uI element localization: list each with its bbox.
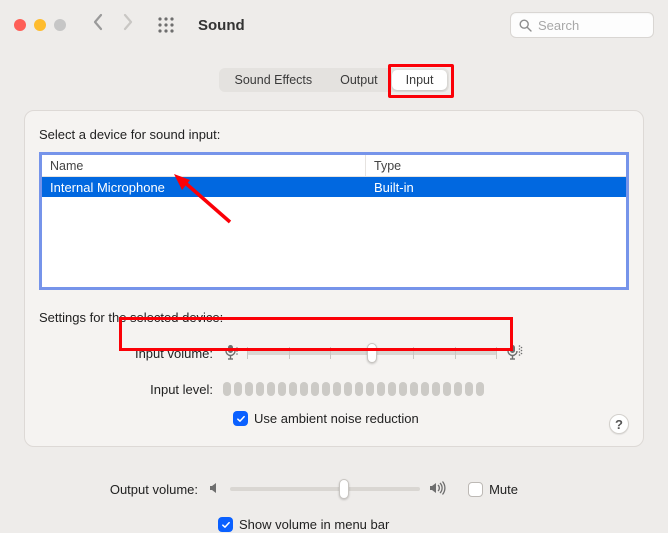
window-controls <box>14 19 66 31</box>
device-name: Internal Microphone <box>42 177 366 197</box>
speaker-high-icon <box>428 481 446 498</box>
input-volume-label: Input volume: <box>39 346 223 361</box>
noise-reduction-row: Use ambient noise reduction <box>233 411 629 426</box>
input-volume-row: Input volume: <box>39 339 629 367</box>
tabs: Sound Effects Output Input <box>0 68 668 92</box>
page-title: Sound <box>198 17 245 34</box>
show-all-icon[interactable] <box>158 17 174 33</box>
slider-thumb[interactable] <box>339 479 349 499</box>
menubar-label: Show volume in menu bar <box>239 517 389 532</box>
zoom-window-button[interactable] <box>54 19 66 31</box>
nav-arrows <box>92 13 134 37</box>
column-header-name[interactable]: Name <box>42 155 366 176</box>
tab-sound-effects[interactable]: Sound Effects <box>221 70 327 90</box>
input-level-row: Input level: <box>39 375 629 403</box>
noise-reduction-checkbox[interactable] <box>233 411 248 426</box>
input-level-meter <box>223 382 484 396</box>
mute-checkbox[interactable] <box>468 482 483 497</box>
menubar-checkbox[interactable] <box>218 517 233 532</box>
device-type: Built-in <box>366 177 626 197</box>
device-table-header: Name Type <box>42 155 626 177</box>
forward-button[interactable] <box>122 13 134 37</box>
settings-pane: Select a device for sound input: Name Ty… <box>24 110 644 447</box>
search-input[interactable] <box>538 18 668 33</box>
menubar-row: Show volume in menu bar <box>218 517 644 532</box>
close-window-button[interactable] <box>14 19 26 31</box>
output-volume-label: Output volume: <box>24 482 208 497</box>
tab-input[interactable]: Input <box>392 70 448 90</box>
help-button[interactable]: ? <box>609 414 629 434</box>
output-footer: Output volume: Mute Show volume in menu … <box>24 475 644 532</box>
column-header-type[interactable]: Type <box>366 155 626 176</box>
back-button[interactable] <box>92 13 104 37</box>
device-table[interactable]: Name Type Internal Microphone Built-in <box>39 152 629 290</box>
slider-thumb[interactable] <box>367 343 377 363</box>
output-volume-slider[interactable] <box>230 487 420 491</box>
toolbar: Sound <box>0 0 668 50</box>
input-level-label: Input level: <box>39 382 223 397</box>
mic-high-icon <box>505 343 523 364</box>
mute-label: Mute <box>489 482 518 497</box>
device-row[interactable]: Internal Microphone Built-in <box>42 177 626 197</box>
speaker-low-icon <box>208 481 222 498</box>
mic-low-icon <box>223 343 239 364</box>
device-select-heading: Select a device for sound input: <box>39 127 629 142</box>
search-icon <box>519 19 532 32</box>
tab-output[interactable]: Output <box>326 70 392 90</box>
minimize-window-button[interactable] <box>34 19 46 31</box>
input-volume-slider[interactable] <box>247 351 497 355</box>
noise-reduction-label: Use ambient noise reduction <box>254 411 419 426</box>
search-field[interactable] <box>510 12 654 38</box>
device-settings-heading: Settings for the selected device: <box>39 310 629 325</box>
output-volume-row: Output volume: Mute <box>24 475 644 503</box>
